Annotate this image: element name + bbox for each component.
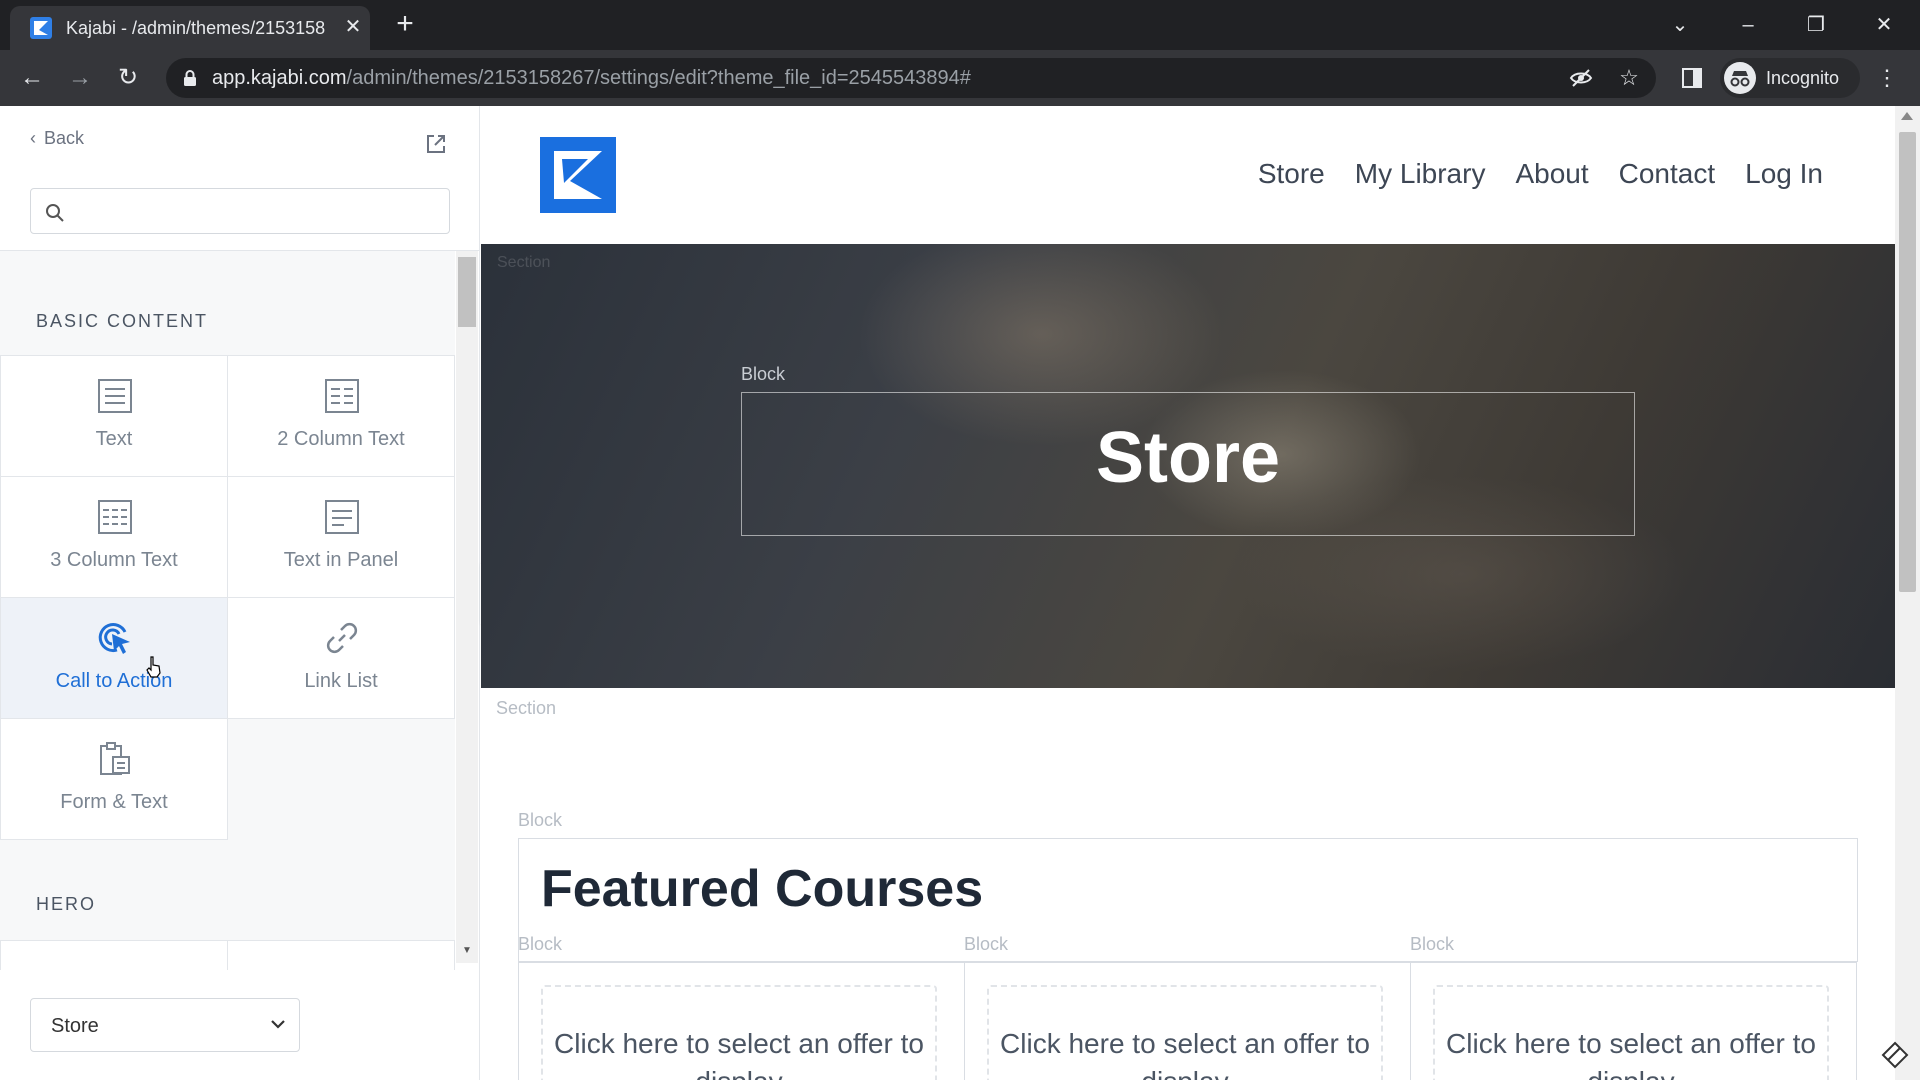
nav-link-store[interactable]: Store [1258, 158, 1325, 190]
hero-section[interactable]: Section Block Store [481, 244, 1895, 688]
hero-block[interactable]: Store [741, 392, 1635, 536]
section-label: Section [496, 698, 557, 718]
featured-courses-block[interactable]: Featured Courses [518, 838, 1858, 962]
offer-card[interactable]: Click here to select an offer to display [987, 985, 1383, 1080]
hero-title: Store [1095, 418, 1281, 498]
tile-label: Link List [304, 670, 378, 692]
block-tile-link-list[interactable]: Link List [227, 597, 455, 719]
external-link-icon[interactable] [424, 132, 448, 156]
diamond-icon[interactable] [1880, 1040, 1910, 1070]
profile-label: Incognito [1766, 68, 1840, 88]
preview-scrollbar[interactable] [1895, 106, 1920, 1080]
new-tab-icon[interactable]: + [390, 9, 420, 40]
restore-icon[interactable]: ❐ [1796, 8, 1836, 42]
hero-tile-partial[interactable] [227, 940, 455, 970]
scroll-up-icon[interactable] [1901, 112, 1913, 120]
hand-cursor-icon [146, 656, 162, 678]
back-label: Back [44, 128, 85, 148]
nav-link-my-library[interactable]: My Library [1355, 158, 1486, 190]
offer-block[interactable]: Click here to select an offer to display [1410, 962, 1857, 1080]
block-label: Block [518, 810, 563, 830]
minimize-icon[interactable]: – [1728, 8, 1768, 42]
offer-card-text: Click here to select an offer to display [554, 1028, 924, 1080]
block-label: Block [518, 934, 563, 954]
incognito-profile-button[interactable]: Incognito [1720, 58, 1860, 98]
tab-title: Kajabi - /admin/themes/2153158 [66, 18, 326, 38]
form-text-icon [97, 741, 133, 777]
link-icon [324, 620, 360, 656]
nav-link-log-in[interactable]: Log In [1745, 158, 1823, 190]
block-label: Block [964, 934, 1009, 954]
block-tile-3-column-text[interactable]: 3 Column Text [0, 476, 228, 598]
star-icon[interactable]: ☆ [1616, 65, 1642, 91]
nav-link-contact[interactable]: Contact [1619, 158, 1716, 190]
hero-tile-partial[interactable] [0, 940, 228, 970]
back-arrow-icon[interactable]: ← [16, 62, 48, 94]
site-navigation: Store My Library About Contact Log In [1258, 158, 1823, 190]
block-tile-2-column-text[interactable]: 2 Column Text [227, 355, 455, 477]
offer-card-text: Click here to select an offer to display [1000, 1028, 1370, 1080]
search-input[interactable] [75, 197, 435, 227]
chevron-left-icon: ‹ [30, 128, 36, 148]
block-label: Block [741, 364, 786, 384]
side-panel-icon[interactable] [1676, 62, 1708, 94]
lock-icon[interactable] [180, 68, 200, 88]
address-bar[interactable]: app.kajabi.com/admin/themes/2153158267/s… [166, 58, 1656, 98]
sidebar-scroll-thumb[interactable] [458, 257, 476, 327]
offer-block[interactable]: Click here to select an offer to display [518, 962, 964, 1080]
block-tile-text-in-panel[interactable]: Text in Panel [227, 476, 455, 598]
site-logo[interactable] [540, 137, 616, 213]
block-tile-form-text[interactable]: Form & Text [0, 718, 228, 840]
search-field[interactable] [30, 188, 450, 234]
tile-label: 2 Column Text [277, 428, 405, 450]
back-link[interactable]: ‹ Back [30, 128, 84, 149]
reload-icon[interactable]: ↻ [112, 62, 144, 94]
browser-tab[interactable]: Kajabi - /admin/themes/2153158 ✕ [10, 6, 370, 50]
nav-link-about[interactable]: About [1515, 158, 1588, 190]
block-label: Block [1410, 934, 1455, 954]
offer-card[interactable]: Click here to select an offer to display [1433, 985, 1829, 1080]
tile-label: 3 Column Text [50, 549, 178, 571]
tile-label: Call to Action [55, 670, 173, 692]
page-select-value: Store [51, 1015, 99, 1037]
text-in-panel-icon [324, 499, 360, 535]
section-heading-hero-label: HERO [36, 894, 97, 914]
sidebar-scrollbar[interactable]: ▼ [456, 251, 478, 963]
call-to-action-icon [97, 620, 133, 656]
incognito-icon [1724, 62, 1756, 94]
three-column-text-icon [97, 499, 133, 535]
text-icon [97, 378, 133, 414]
browser-toolbar: ← → ↻ app.kajabi.com/admin/themes/215315… [0, 50, 1920, 106]
eye-off-icon[interactable] [1568, 65, 1594, 91]
tile-label: Text [95, 428, 133, 450]
site-preview: Store My Library About Contact Log In Se… [481, 106, 1895, 1080]
site-header: Store My Library About Contact Log In [481, 106, 1895, 244]
tab-search-icon[interactable]: ⌄ [1660, 8, 1700, 42]
block-library-list[interactable]: BASIC CONTENT Text 2 Column Text 3 Colum… [0, 251, 455, 963]
close-window-icon[interactable]: ✕ [1864, 8, 1904, 42]
offer-card[interactable]: Click here to select an offer to display [541, 985, 937, 1080]
url-text[interactable]: app.kajabi.com/admin/themes/2153158267/s… [212, 67, 971, 90]
page-select[interactable]: Store [30, 998, 300, 1052]
search-icon [45, 203, 65, 223]
theme-editor-sidebar: ‹ Back BASIC CONTENT Text 2 Column Text [0, 106, 480, 1080]
preview-scroll-thumb[interactable] [1899, 132, 1916, 592]
kajabi-favicon-icon [30, 17, 52, 39]
chevron-down-icon [269, 1015, 287, 1033]
forward-arrow-icon[interactable]: → [64, 62, 96, 94]
section-heading-basic-content: BASIC CONTENT [36, 311, 209, 331]
tile-label: Text in Panel [283, 549, 399, 571]
offer-card-text: Click here to select an offer to display [1446, 1028, 1816, 1080]
tile-label: Form & Text [60, 791, 168, 813]
featured-courses-title: Featured Courses [541, 860, 984, 918]
block-tile-call-to-action[interactable]: Call to Action [0, 597, 228, 719]
close-tab-icon[interactable]: ✕ [340, 14, 366, 40]
browser-menu-icon[interactable]: ⋮ [1872, 62, 1902, 94]
scroll-down-icon[interactable]: ▼ [460, 945, 474, 959]
browser-tab-bar: Kajabi - /admin/themes/2153158 ✕ + ⌄ – ❐… [0, 0, 1920, 50]
block-tile-text[interactable]: Text [0, 355, 228, 477]
two-column-text-icon [324, 378, 360, 414]
offer-block[interactable]: Click here to select an offer to display [964, 962, 1410, 1080]
section-label: Section [497, 254, 551, 271]
